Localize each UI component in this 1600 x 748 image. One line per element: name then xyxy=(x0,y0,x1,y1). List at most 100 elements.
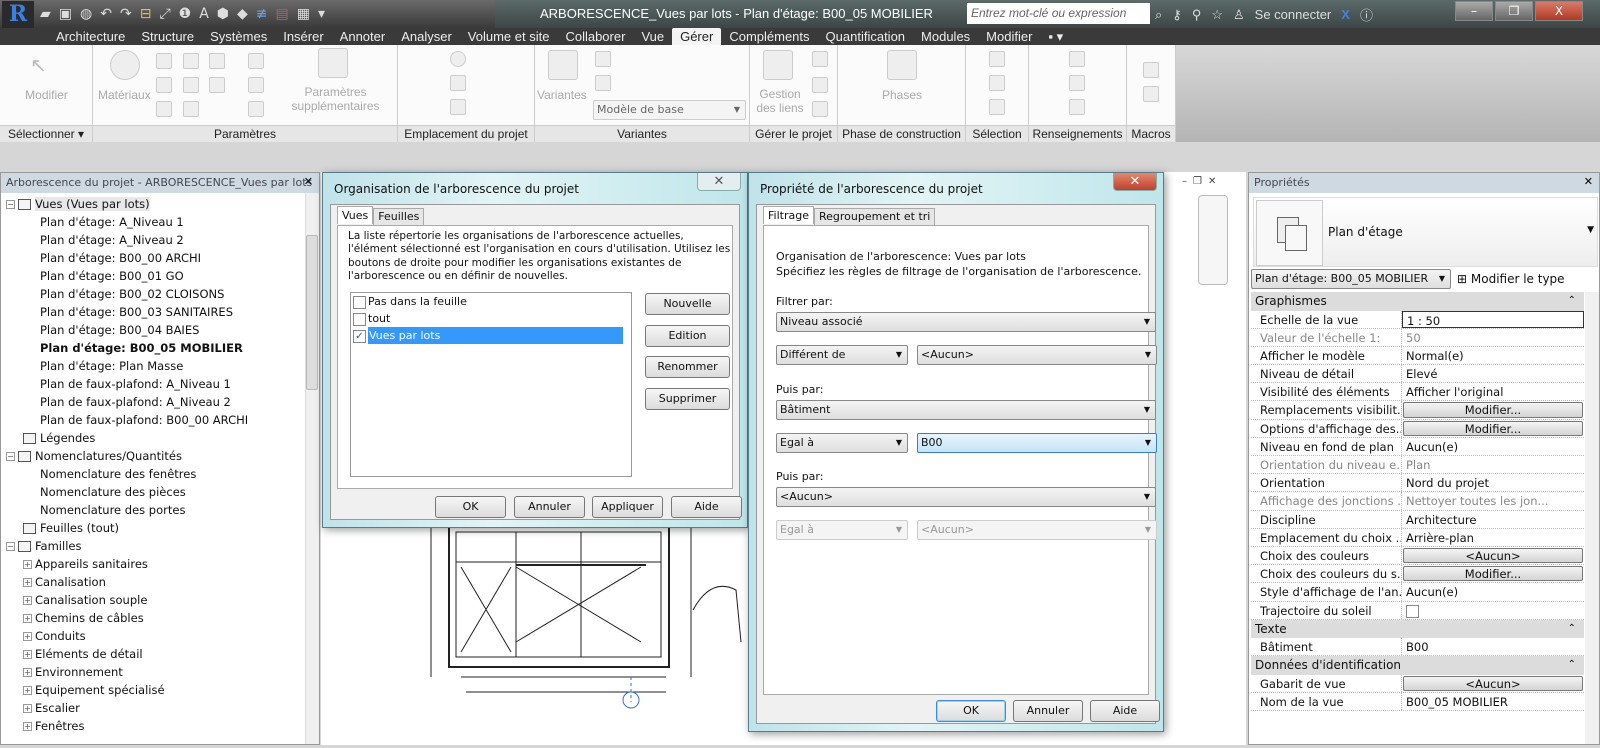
position-icon[interactable] xyxy=(450,99,466,115)
panel-label[interactable]: Sélectionner ▾ xyxy=(0,125,92,142)
delete-button[interactable]: Supprimer xyxy=(645,388,730,410)
tree-schedule-item[interactable]: Nomenclature des pièces xyxy=(1,483,319,501)
expand-toggle-icon[interactable]: − xyxy=(6,200,15,209)
switch-windows-icon[interactable]: ▦ xyxy=(297,6,310,22)
tree-view-item[interactable]: Plan d'étage: A_Niveau 1 xyxy=(1,213,319,231)
tree-view-item[interactable]: Plan de faux-plafond: A_Niveau 2 xyxy=(1,393,319,411)
app-menu-button[interactable]: R xyxy=(2,1,34,28)
phases-button[interactable]: Phases xyxy=(838,88,966,102)
object-styles-icon[interactable] xyxy=(156,53,172,69)
binoculars-icon[interactable]: ⌕ xyxy=(1155,7,1162,23)
tab-9[interactable]: Gérer xyxy=(672,28,722,45)
global-params-icon[interactable] xyxy=(209,77,225,93)
tree-family-item[interactable]: + Appareils sanitaires xyxy=(1,555,319,573)
tree-views-root[interactable]: − Vues (Vues par lots) xyxy=(1,195,319,213)
new-button[interactable]: Nouvelle xyxy=(645,293,730,315)
tab-5[interactable]: Analyser xyxy=(393,28,460,45)
tree-view-item[interactable]: Plan d'étage: B00_04 BAIES xyxy=(1,321,319,339)
filter2-field-select[interactable]: Bâtiment xyxy=(776,400,1156,420)
property-value[interactable]: Aucun(e) xyxy=(1402,583,1584,600)
close-icon[interactable]: ✕ xyxy=(304,175,313,188)
tree-view-item[interactable]: Plan d'étage: Plan Masse xyxy=(1,357,319,375)
sync-icon[interactable]: ◍ xyxy=(80,6,92,22)
expand-toggle-icon[interactable]: + xyxy=(23,578,32,587)
help-button[interactable]: Aide xyxy=(671,496,742,518)
filter3-field-select[interactable]: <Aucun> xyxy=(776,487,1156,507)
expand-toggle-icon[interactable]: + xyxy=(23,668,32,677)
project-info-icon[interactable] xyxy=(209,53,225,69)
tree-legends[interactable]: Légendes xyxy=(1,429,319,447)
property-value[interactable]: 1 : 50 xyxy=(1402,310,1584,328)
rename-button[interactable]: Renommer xyxy=(645,356,730,378)
section-icon[interactable]: ◆ xyxy=(237,6,248,22)
expand-toggle-icon[interactable]: + xyxy=(23,704,32,713)
property-group-header[interactable]: Graphismes xyxy=(1251,292,1584,311)
tree-view-item[interactable]: Plan de faux-plafond: A_Niveau 1 xyxy=(1,375,319,393)
decal-icon[interactable] xyxy=(812,77,828,93)
property-value[interactable]: Modifier... xyxy=(1402,401,1584,418)
tree-family-item[interactable]: + Equipement spécialisé xyxy=(1,681,319,699)
tab-11[interactable]: Quantification xyxy=(818,28,914,45)
browser-scrollbar[interactable] xyxy=(305,193,319,744)
tree-schedules[interactable]: − Nomenclatures/Quantités xyxy=(1,447,319,465)
expand-toggle-icon[interactable]: + xyxy=(23,560,32,569)
expand-toggle-icon[interactable]: − xyxy=(6,542,15,551)
3d-view-icon[interactable]: ⬢ xyxy=(217,6,229,22)
edit-selection-icon[interactable] xyxy=(989,99,1005,115)
property-value[interactable] xyxy=(1402,602,1584,619)
property-edit-button[interactable]: <Aucun> xyxy=(1403,675,1583,692)
property-value[interactable]: Elevé xyxy=(1402,365,1584,382)
filter1-value-select[interactable]: <Aucun> xyxy=(917,345,1157,365)
org-list-item[interactable]: ✓ Vues par lots xyxy=(351,327,631,344)
line-weights-icon[interactable] xyxy=(248,77,264,93)
checkbox[interactable] xyxy=(353,312,366,326)
property-edit-button[interactable]: Modifier... xyxy=(1403,566,1583,582)
purge-icon[interactable] xyxy=(183,101,199,117)
shared-params-icon[interactable] xyxy=(183,77,199,93)
expand-toggle-icon[interactable]: + xyxy=(23,686,32,695)
tree-view-item[interactable]: Plan d'étage: B00_00 ARCHI xyxy=(1,249,319,267)
property-value[interactable]: Architecture xyxy=(1402,511,1584,528)
tab-7[interactable]: Collaborer xyxy=(557,28,633,45)
tree-view-item[interactable]: Plan d'étage: B00_03 SANITAIRES xyxy=(1,303,319,321)
tree-sheets[interactable]: Feuilles (tout) xyxy=(1,519,319,537)
tree-family-item[interactable]: + Escalier xyxy=(1,699,319,717)
macro-manager-icon[interactable] xyxy=(1143,62,1159,78)
property-value[interactable]: Normal(e) xyxy=(1402,347,1584,364)
key-icon[interactable]: ⚷ xyxy=(1172,7,1182,23)
search-input[interactable]: Entrez mot-clé ou expression xyxy=(967,3,1150,24)
tree-view-item[interactable]: Plan d'étage: A_Niveau 2 xyxy=(1,231,319,249)
org-list-item[interactable]: Pas dans la feuille xyxy=(351,293,631,310)
tree-family-item[interactable]: + Fenêtres xyxy=(1,717,319,735)
customize-icon[interactable]: ▾ xyxy=(318,6,325,22)
tab-regroupement[interactable]: Regroupement et tri xyxy=(813,208,936,225)
property-value[interactable]: B00_05 MOBILIER xyxy=(1402,693,1584,710)
tag-icon[interactable]: ❶ xyxy=(179,6,192,22)
tab-13[interactable]: Modifier xyxy=(978,28,1040,45)
type-selector[interactable]: Plan d'étage ▼ xyxy=(1253,197,1598,267)
tab-8[interactable]: Vue xyxy=(633,28,672,45)
tab-6[interactable]: Volume et site xyxy=(460,28,558,45)
materials-button[interactable]: Matériaux xyxy=(98,88,151,102)
tree-schedule-item[interactable]: Nomenclature des portes xyxy=(1,501,319,519)
measure-icon[interactable]: ⊟ xyxy=(140,6,152,22)
line-styles-icon[interactable] xyxy=(248,53,264,69)
macro-security-icon[interactable] xyxy=(1143,86,1159,102)
property-value[interactable]: B00 xyxy=(1402,638,1584,655)
property-group-header[interactable]: Texte xyxy=(1251,619,1584,639)
chevron-down-icon[interactable]: ▼ xyxy=(1587,225,1594,235)
close-view-icon[interactable]: ✕ xyxy=(1208,176,1216,187)
tab-2[interactable]: Systèmes xyxy=(202,28,275,45)
design-option-select[interactable]: Modèle de base xyxy=(593,100,746,120)
property-value[interactable]: Arrière-plan xyxy=(1402,529,1584,546)
apply-button[interactable]: Appliquer xyxy=(592,496,663,518)
filter1-field-select[interactable]: Niveau associé xyxy=(776,312,1156,332)
tab-feuilles[interactable]: Feuilles xyxy=(373,208,425,225)
filter2-value-select[interactable]: B00 xyxy=(917,433,1157,453)
property-value[interactable]: Modifier... xyxy=(1402,565,1584,582)
restore-view-icon[interactable]: ❐ xyxy=(1193,176,1202,187)
warnings-icon[interactable] xyxy=(1069,99,1085,115)
close-hidden-icon[interactable]: ▤ xyxy=(276,6,289,22)
tab-10[interactable]: Compléments xyxy=(721,28,817,45)
navigation-bar[interactable] xyxy=(1198,195,1228,285)
